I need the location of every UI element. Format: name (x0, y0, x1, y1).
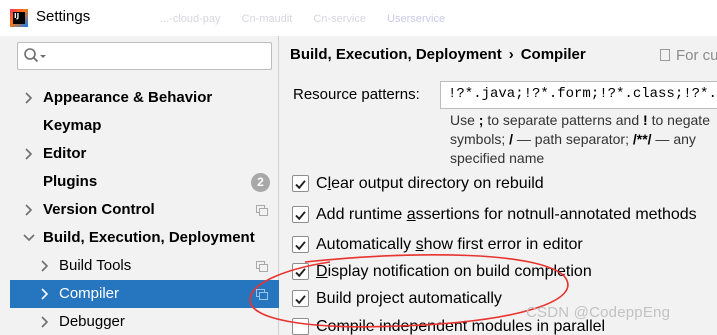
sidebar-item-keymap[interactable]: Keymap (10, 112, 279, 140)
chevron-right-icon[interactable] (38, 258, 52, 274)
plugins-update-badge: 2 (251, 173, 270, 192)
sidebar-item-label: Keymap (43, 117, 102, 134)
title-bar: IJ Settings ...-cloud-pay Cn-maudit Cn-s… (0, 0, 717, 36)
window-title: Settings (36, 8, 91, 25)
checkbox-checked-icon[interactable] (292, 263, 309, 280)
checkmark-icon (295, 180, 306, 190)
settings-search-box[interactable] (17, 42, 272, 70)
checkbox-unchecked-icon[interactable] (292, 318, 309, 335)
option-label[interactable]: Automatically show first error in editor (316, 233, 583, 257)
breadcrumb-current: Compiler (520, 46, 586, 63)
resource-patterns-value[interactable]: !?*.java;!?*.form;!?*.class;!?*.gr (448, 86, 717, 102)
sidebar-item-label: Version Control (43, 201, 155, 218)
resource-patterns-label: Resource patterns: (293, 86, 420, 103)
for-current-project-note: For cu (660, 47, 717, 64)
settings-tree-pane: Appearance & Behavior Keymap Editor Plugins… (10, 36, 279, 335)
search-icon[interactable] (23, 47, 47, 65)
csdn-watermark: CSDN @CodeppEng (526, 304, 671, 321)
breadcrumb: Build, Execution, Deployment › Compiler (290, 46, 586, 63)
sidebar-item-plugins[interactable]: Plugins 2 (10, 168, 279, 196)
resource-patterns-field[interactable]: !?*.java;!?*.form;!?*.class;!?*.gr (440, 81, 717, 109)
intellij-app-icon: IJ (10, 9, 28, 27)
project-settings-icon (256, 261, 268, 272)
sidebar-item-label: Appearance & Behavior (43, 89, 213, 106)
option-checkbox-row[interactable]: Clear output directory on rebuild (292, 172, 717, 196)
ghost-tab: Cn-service (313, 13, 366, 25)
option-label[interactable]: Build project automatically (316, 287, 502, 311)
ghost-tab: Cn-maudit (241, 13, 293, 25)
option-checkbox-row[interactable]: Display notification on build completion (292, 260, 717, 284)
ghost-tab: ...-cloud-pay (160, 13, 221, 25)
checkbox-checked-icon[interactable] (292, 175, 309, 192)
for-current-label: For cu (676, 47, 717, 64)
sidebar-item-label: Compiler (59, 285, 120, 302)
sidebar-item-build-tools[interactable]: Build Tools (10, 252, 279, 280)
option-checkbox-row[interactable]: Add runtime assertions for notnull-annot… (292, 203, 717, 227)
checkmark-icon (295, 295, 306, 305)
chevron-right-icon[interactable] (22, 90, 36, 106)
project-settings-icon (256, 205, 268, 216)
checkbox-checked-icon[interactable] (292, 290, 309, 307)
breadcrumb-parent[interactable]: Build, Execution, Deployment (290, 46, 502, 63)
sidebar-item-debugger[interactable]: Debugger (10, 308, 279, 335)
sidebar-item-label: Build Tools (59, 257, 132, 274)
checkmark-icon (295, 268, 306, 278)
ghost-tab: Userservice (387, 13, 446, 25)
checkmark-icon (295, 241, 306, 251)
chevron-right-icon[interactable] (22, 146, 36, 162)
checkbox-checked-icon[interactable] (292, 206, 309, 223)
chevron-right-icon[interactable] (22, 202, 36, 218)
chevron-down-icon[interactable] (22, 230, 36, 246)
option-label[interactable]: Clear output directory on rebuild (316, 172, 544, 196)
background-window-tabs: ...-cloud-pay Cn-maudit Cn-service Users… (160, 13, 600, 29)
sidebar-item-compiler[interactable]: Compiler (10, 280, 279, 308)
sidebar-item-label: Editor (43, 145, 87, 162)
sidebar-item-version-control[interactable]: Version Control (10, 196, 279, 224)
sidebar-item-label: Plugins (43, 173, 98, 190)
search-input[interactable] (48, 45, 266, 67)
sidebar-item-label: Build, Execution, Deployment (43, 229, 255, 246)
sidebar-item-build-execution-deployment[interactable]: Build, Execution, Deployment (10, 224, 279, 252)
option-checkbox-row[interactable]: Automatically show first error in editor (292, 233, 717, 257)
chevron-right-icon[interactable] (38, 314, 52, 330)
checkbox-checked-icon[interactable] (292, 236, 309, 253)
sidebar-item-appearance-behavior[interactable]: Appearance & Behavior (10, 84, 279, 112)
project-scope-icon (660, 49, 670, 61)
checkmark-icon (295, 211, 306, 221)
breadcrumb-separator-icon: › (508, 46, 514, 63)
sidebar-item-editor[interactable]: Editor (10, 140, 279, 168)
resource-patterns-hint: Use ; to separate patterns and ! to nega… (450, 112, 710, 166)
option-label[interactable]: Add runtime assertions for notnull-annot… (316, 203, 697, 227)
project-settings-icon (256, 289, 268, 300)
option-label[interactable]: Display notification on build completion (316, 260, 592, 284)
chevron-right-icon[interactable] (38, 286, 52, 302)
sidebar-item-label: Debugger (59, 313, 125, 330)
compiler-settings-pane: Build, Execution, Deployment › Compiler Fo… (280, 36, 717, 335)
